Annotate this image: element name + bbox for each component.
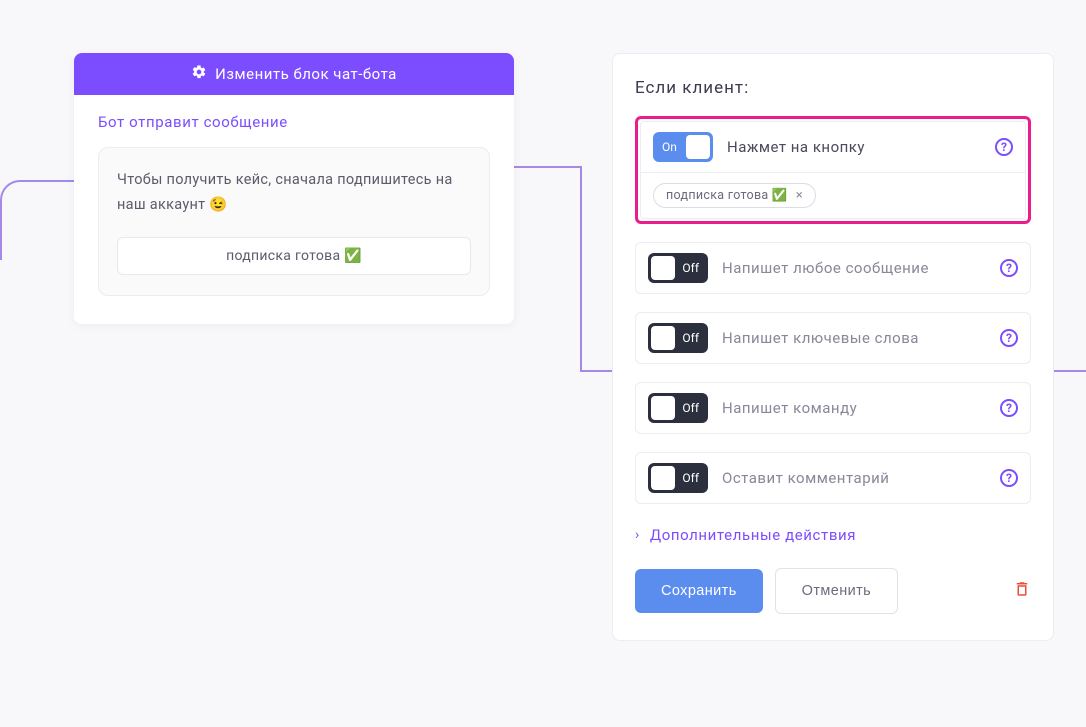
condition-row-any-message[interactable]: Off Напишет любое сообщение ? bbox=[635, 242, 1031, 294]
condition-row-comment[interactable]: Off Оставит комментарий ? bbox=[635, 452, 1031, 504]
toggle-knob bbox=[686, 135, 710, 159]
condition-text: Оставит комментарий bbox=[722, 469, 986, 487]
chevron-right-icon: › bbox=[635, 527, 640, 543]
toggle-keywords[interactable]: Off bbox=[648, 323, 708, 353]
toggle-label: On bbox=[662, 140, 677, 154]
condition-text: Напишет любое сообщение bbox=[722, 259, 986, 277]
condition-highlighted-group: On Нажмет на кнопку ? подписка готова ✅ … bbox=[635, 116, 1031, 224]
help-icon[interactable]: ? bbox=[1000, 399, 1018, 417]
condition-row-keywords[interactable]: Off Напишет ключевые слова ? bbox=[635, 312, 1031, 364]
toggle-knob bbox=[651, 466, 675, 490]
save-button[interactable]: Сохранить bbox=[635, 569, 763, 613]
additional-actions-toggle[interactable]: › Дополнительные действия bbox=[635, 526, 1031, 544]
condition-text: Напишет ключевые слова bbox=[722, 329, 986, 347]
bot-block-body: Бот отправит сообщение Чтобы получить ке… bbox=[74, 95, 514, 324]
toggle-comment[interactable]: Off bbox=[648, 463, 708, 493]
connector-line-mid-vert bbox=[580, 166, 582, 372]
bot-section-label: Бот отправит сообщение bbox=[98, 113, 490, 131]
editor-canvas: Изменить блок чат-бота Бот отправит сооб… bbox=[0, 0, 1086, 727]
help-icon[interactable]: ? bbox=[1000, 329, 1018, 347]
toggle-label: Off bbox=[682, 261, 699, 275]
connector-line-mid-top bbox=[514, 166, 582, 168]
conditions-panel-title: Если клиент: bbox=[635, 78, 1031, 98]
condition-chip[interactable]: подписка готова ✅ × bbox=[653, 183, 816, 208]
panel-footer-buttons: Сохранить Отменить bbox=[635, 568, 1031, 614]
toggle-knob bbox=[651, 326, 675, 350]
bot-block-card[interactable]: Изменить блок чат-бота Бот отправит сооб… bbox=[74, 53, 514, 324]
connector-line-right bbox=[1054, 370, 1086, 372]
gear-icon bbox=[191, 64, 207, 84]
condition-row-command[interactable]: Off Напишет команду ? bbox=[635, 382, 1031, 434]
cancel-button[interactable]: Отменить bbox=[775, 568, 898, 614]
condition-row-press-button[interactable]: On Нажмет на кнопку ? bbox=[640, 121, 1026, 172]
toggle-label: Off bbox=[682, 471, 699, 485]
help-icon[interactable]: ? bbox=[1000, 259, 1018, 277]
toggle-knob bbox=[651, 396, 675, 420]
additional-actions-label: Дополнительные действия bbox=[650, 526, 856, 544]
connector-line-left bbox=[0, 180, 74, 260]
help-icon[interactable]: ? bbox=[995, 138, 1013, 156]
condition-text: Напишет команду bbox=[722, 399, 986, 417]
toggle-command[interactable]: Off bbox=[648, 393, 708, 423]
chip-remove-icon[interactable]: × bbox=[794, 188, 805, 203]
bot-block-header[interactable]: Изменить блок чат-бота bbox=[74, 53, 514, 95]
condition-chip-row: подписка готова ✅ × bbox=[640, 172, 1026, 219]
condition-text: Нажмет на кнопку bbox=[727, 138, 981, 156]
bot-message-text: Чтобы получить кейс, сначала подпишитесь… bbox=[117, 168, 471, 217]
bot-message-box[interactable]: Чтобы получить кейс, сначала подпишитесь… bbox=[98, 147, 490, 296]
conditions-panel: Если клиент: On Нажмет на кнопку ? подпи… bbox=[612, 53, 1054, 641]
toggle-any-message[interactable]: Off bbox=[648, 253, 708, 283]
toggle-press-button[interactable]: On bbox=[653, 132, 713, 162]
help-icon[interactable]: ? bbox=[1000, 469, 1018, 487]
toggle-knob bbox=[651, 256, 675, 280]
toggle-label: Off bbox=[682, 331, 699, 345]
bot-message-button[interactable]: подписка готова ✅ bbox=[117, 237, 471, 275]
bot-block-header-text: Изменить блок чат-бота bbox=[215, 65, 397, 83]
connector-line-mid-bot bbox=[580, 370, 612, 372]
toggle-label: Off bbox=[682, 401, 699, 415]
trash-icon[interactable] bbox=[1013, 580, 1031, 602]
chip-label: подписка готова ✅ bbox=[666, 188, 788, 203]
